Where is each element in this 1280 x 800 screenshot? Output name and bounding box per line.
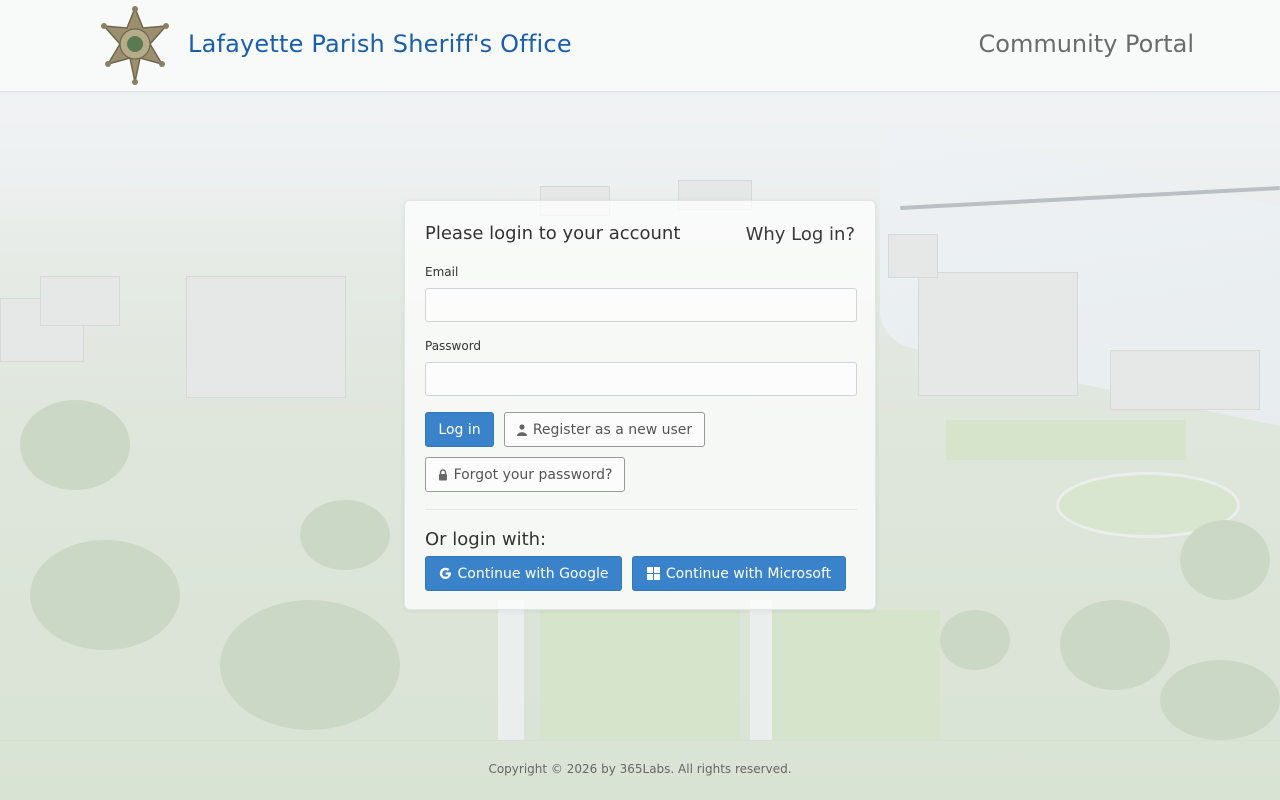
google-login-button[interactable]: Continue with Google xyxy=(425,556,622,591)
lock-icon xyxy=(438,468,448,481)
copyright-text: Copyright © 2026 by 365Labs. All rights … xyxy=(488,762,792,776)
login-card: Please login to your account Why Log in?… xyxy=(404,200,876,610)
password-label: Password xyxy=(425,339,482,353)
site-title[interactable]: Lafayette Parish Sheriff's Office xyxy=(188,30,572,58)
register-button-label: Register as a new user xyxy=(532,421,693,438)
log-in-button[interactable]: Log in xyxy=(425,412,494,447)
windows-icon xyxy=(646,567,660,580)
user-icon xyxy=(516,423,527,436)
or-login-with-label: Or login with: xyxy=(425,529,547,550)
google-g-icon xyxy=(439,567,452,580)
register-button[interactable]: Register as a new user xyxy=(504,412,705,447)
google-login-label: Continue with Google xyxy=(457,565,609,582)
divider xyxy=(425,509,857,510)
microsoft-login-button[interactable]: Continue with Microsoft xyxy=(632,556,846,591)
portal-title: Community Portal xyxy=(978,30,1194,58)
email-field[interactable] xyxy=(425,288,857,322)
sheriff-star-badge-icon[interactable] xyxy=(100,5,170,86)
microsoft-login-label: Continue with Microsoft xyxy=(665,565,832,582)
forgot-password-button[interactable]: Forgot your password? xyxy=(425,457,625,492)
why-log-in-link[interactable]: Why Log in? xyxy=(746,224,855,245)
log-in-button-label: Log in xyxy=(438,421,481,438)
email-label: Email xyxy=(425,265,459,279)
forgot-password-label: Forgot your password? xyxy=(453,466,613,483)
password-field[interactable] xyxy=(425,362,857,396)
top-header: Lafayette Parish Sheriff's Office Commun… xyxy=(0,0,1280,92)
login-heading: Please login to your account xyxy=(425,223,681,244)
footer-divider xyxy=(0,740,1280,741)
